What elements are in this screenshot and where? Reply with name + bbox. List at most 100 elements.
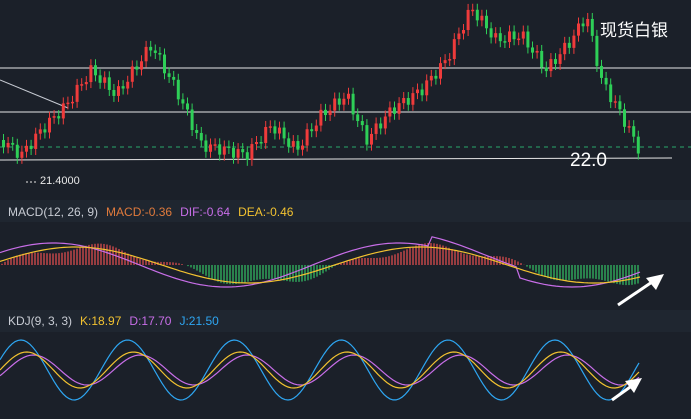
candle-body <box>595 35 599 66</box>
candle-body <box>181 99 185 104</box>
candle-body <box>29 145 33 149</box>
candle-body <box>89 65 93 83</box>
candle-body <box>498 33 502 42</box>
candle-body <box>535 50 539 53</box>
candle-body <box>540 50 544 68</box>
low-price-value: 21.4000 <box>40 175 80 187</box>
candle-body <box>117 86 120 96</box>
candle-body <box>443 60 447 64</box>
candle-body <box>278 127 281 134</box>
candle-body <box>452 39 456 60</box>
candle-body <box>604 77 608 85</box>
candle-body <box>291 141 295 147</box>
candle-body <box>190 109 194 131</box>
candle-body <box>282 127 286 139</box>
candle-body <box>126 81 130 89</box>
candle-body <box>204 140 208 152</box>
candle-body <box>135 66 139 70</box>
candle-body <box>66 102 70 105</box>
candle-body <box>75 84 79 102</box>
candle-body <box>544 67 548 72</box>
candle-down <box>595 29 599 72</box>
candle-body <box>379 123 383 129</box>
candle-body <box>526 31 530 48</box>
candle-body <box>144 46 148 62</box>
candle-body <box>448 59 452 61</box>
candle-body <box>554 59 557 64</box>
candle-body <box>581 23 585 27</box>
candle-body <box>296 141 300 150</box>
candle-body <box>563 42 567 55</box>
candle-body <box>20 151 24 158</box>
candle-body <box>434 75 438 79</box>
candle-body <box>416 89 419 94</box>
candle-body <box>2 140 5 148</box>
candle-body <box>149 46 153 51</box>
candle-body <box>163 54 166 74</box>
macd-params: MACD(12, 26, 9) <box>8 205 99 219</box>
candle-body <box>567 42 571 48</box>
candle-body <box>393 107 396 114</box>
candle-body <box>218 144 222 155</box>
kdj-params: KDJ(9, 3, 3) <box>8 314 73 328</box>
candle-body <box>25 145 28 152</box>
candle-body <box>236 149 240 158</box>
candle-body <box>227 146 231 148</box>
candle-body <box>356 114 360 122</box>
candle-body <box>549 59 553 72</box>
candle-body <box>130 66 134 82</box>
candle-body <box>140 61 143 70</box>
candle-body <box>241 149 245 153</box>
macd-header: MACD(12, 26, 9) MACD:-0.36 DIF:-0.64 DEA… <box>8 205 293 221</box>
low-price-label: 21.4000 <box>40 175 80 187</box>
candle-body <box>466 9 470 31</box>
candle-body <box>255 142 258 145</box>
candle-body <box>632 126 636 137</box>
candle-body <box>531 47 534 53</box>
kdj-header: KDJ(9, 3, 3) K:18.97 D:17.70 J:21.50 <box>8 314 219 330</box>
candle-body <box>609 84 613 103</box>
candle-body <box>6 142 10 148</box>
candle-body <box>462 30 465 34</box>
candle-body <box>351 93 355 115</box>
candle-body <box>38 129 42 134</box>
candle-body <box>213 144 217 146</box>
candle-body <box>402 98 406 104</box>
candle-body <box>388 107 392 117</box>
candle-body <box>314 125 318 132</box>
candle-body <box>347 93 350 99</box>
candle-body <box>103 77 107 83</box>
candle-body <box>457 33 461 40</box>
candle-body <box>319 109 323 126</box>
candle-body <box>167 73 171 77</box>
candle-body <box>310 129 314 132</box>
candle-body <box>43 129 47 133</box>
candle-body <box>485 15 488 29</box>
candle-body <box>268 126 272 128</box>
candle-body <box>199 132 203 141</box>
candle-body <box>406 98 410 105</box>
candle-body <box>586 18 590 27</box>
chart-title: 现货白银 <box>600 21 668 40</box>
candle-body <box>590 18 594 36</box>
candle-body <box>572 35 576 48</box>
candle-body <box>84 82 88 85</box>
candle-body <box>374 123 378 134</box>
candle-body <box>195 130 199 133</box>
candle-body <box>57 116 61 119</box>
candle-body <box>636 136 640 154</box>
candle-body <box>411 93 415 105</box>
candle-body <box>11 142 15 145</box>
candle-body <box>577 23 580 36</box>
candle-body <box>397 103 401 114</box>
candle-body <box>301 145 304 150</box>
candle-body <box>480 15 484 21</box>
candle-body <box>429 75 433 81</box>
candle-body <box>52 116 56 118</box>
candle-body <box>425 80 429 96</box>
candle-body <box>370 133 373 145</box>
candle-body <box>342 98 346 105</box>
d-value: D:17.70 <box>129 314 172 328</box>
candle-body <box>186 103 189 110</box>
support-level-label: 22.0 <box>570 150 607 171</box>
